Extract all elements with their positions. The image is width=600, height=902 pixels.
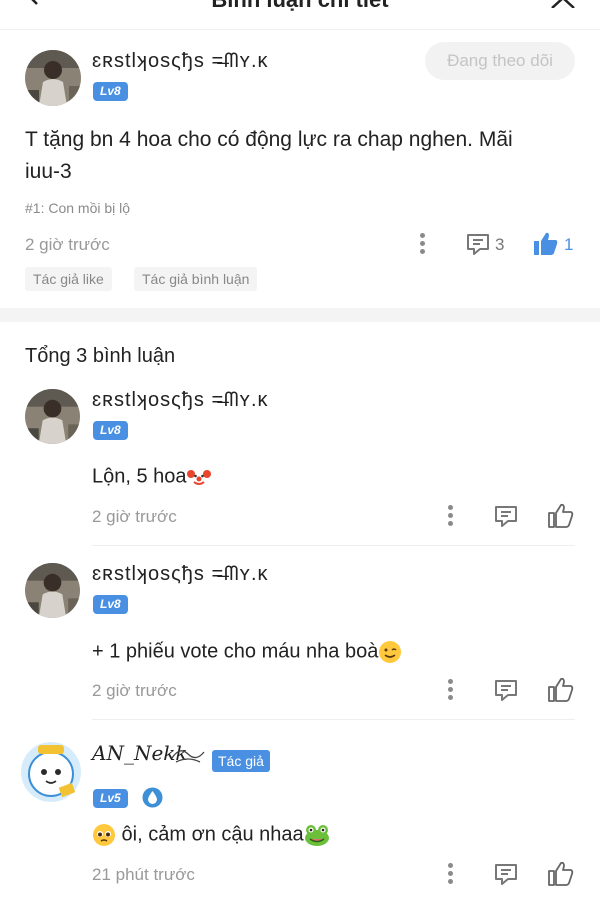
- reply-divider: [92, 545, 575, 546]
- like-count: 1: [564, 235, 574, 254]
- level-badge: Lv5: [93, 789, 128, 808]
- level-badge: Lv8: [93, 421, 128, 440]
- page-title: Bình luận chi tiết: [0, 0, 600, 13]
- verified-drop-badge-icon: [142, 787, 163, 808]
- username[interactable]: ɛʀѕtlʞoѕςђѕ =̶ᗰʏ.ĸ: [92, 389, 269, 412]
- comment-icon[interactable]: [494, 504, 518, 528]
- author-liked-tag: Tác giả like: [25, 267, 112, 291]
- header-divider: [0, 29, 600, 30]
- comment-icon[interactable]: [466, 233, 490, 255]
- username[interactable]: ɛʀѕtlʞoѕςђѕ =̶ᗰʏ.ĸ: [92, 50, 269, 73]
- chapter-reference[interactable]: #1: Con mồi bị lộ: [25, 200, 130, 216]
- more-options-icon[interactable]: [447, 863, 453, 885]
- reply-divider: [92, 719, 575, 720]
- avatar[interactable]: [25, 563, 80, 618]
- timestamp: 2 giờ trước: [92, 507, 177, 526]
- level-badge: Lv8: [93, 595, 128, 614]
- more-options-icon[interactable]: [447, 679, 453, 701]
- comment-text: T tặng bn 4 hoa cho có động lực ra chap …: [25, 128, 513, 183]
- timestamp: 2 giờ trước: [25, 235, 110, 254]
- avatar[interactable]: [25, 389, 80, 444]
- like-icon[interactable]: [548, 861, 574, 886]
- reply-text-content: ôi, cảm ơn cậu nhaa: [116, 823, 304, 846]
- like-icon-active[interactable]: [533, 231, 559, 256]
- close-icon[interactable]: [550, 0, 576, 8]
- author-commented-tag: Tác giả bình luận: [134, 267, 258, 291]
- reply-text: + 1 phiếu vote cho máu nha boà: [92, 640, 402, 664]
- avatar[interactable]: [25, 50, 81, 106]
- total-replies-heading: Tổng 3 bình luận: [25, 345, 176, 367]
- author-tag: Tác giả: [212, 750, 270, 772]
- frog-emoji-icon: [304, 825, 329, 846]
- comment-icon[interactable]: [494, 862, 518, 886]
- reply-text-content: Lộn, 5 hoa: [92, 465, 187, 488]
- reply-count: 3: [495, 235, 505, 254]
- more-options-icon[interactable]: [419, 233, 425, 255]
- signature-flourish-icon: [171, 750, 205, 763]
- timestamp: 2 giờ trước: [92, 681, 177, 700]
- username[interactable]: ɛʀѕtlʞoѕςђѕ =̶ᗰʏ.ĸ: [92, 563, 269, 586]
- reply-text: ôi, cảm ơn cậu nhaa: [92, 823, 330, 847]
- more-options-icon[interactable]: [447, 505, 453, 527]
- section-divider: [0, 308, 600, 322]
- winking-face-emoji-icon: [379, 641, 402, 663]
- like-icon[interactable]: [548, 677, 574, 702]
- author-avatar[interactable]: [20, 741, 82, 803]
- reply-text-content: + 1 phiếu vote cho máu nha boà: [92, 640, 379, 663]
- level-badge: Lv8: [93, 82, 128, 101]
- clown-emoji-icon: [186, 468, 211, 488]
- pleading-face-emoji-icon: [93, 824, 115, 846]
- following-button[interactable]: Đang theo dõi: [425, 42, 575, 80]
- comment-icon[interactable]: [494, 678, 518, 702]
- timestamp: 21 phút trước: [92, 865, 195, 884]
- top-bar: Bình luận chi tiết: [0, 0, 600, 30]
- reply-text: Lộn, 5 hoa: [92, 465, 211, 489]
- like-icon[interactable]: [548, 503, 574, 528]
